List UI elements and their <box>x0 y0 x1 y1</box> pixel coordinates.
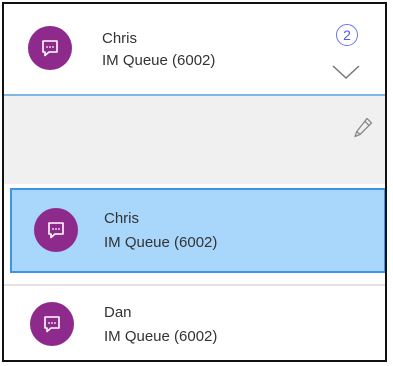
unread-count-badge: 2 <box>336 24 358 46</box>
chevron-down-icon[interactable] <box>330 62 362 82</box>
conversation-row-chris[interactable]: Chris IM Queue (6002) <box>10 188 385 273</box>
toolbar-area <box>4 96 385 184</box>
queue-name: IM Queue (6002) <box>102 52 216 69</box>
pencil-icon[interactable] <box>352 116 374 140</box>
chat-icon <box>48 222 64 239</box>
conversation-row-dan[interactable]: Dan IM Queue (6002) <box>4 286 385 360</box>
queue-name: IM Queue (6002) <box>104 234 218 251</box>
contact-name: Chris <box>102 30 138 47</box>
chat-icon <box>44 316 60 333</box>
conversation-panel: Chris IM Queue (6002) 2 Chris IM Queue (… <box>2 2 387 362</box>
active-conversation-header: Chris IM Queue (6002) 2 <box>4 4 385 96</box>
chat-avatar <box>34 208 78 252</box>
queue-name: IM Queue (6002) <box>104 328 218 345</box>
contact-name: Chris <box>104 210 140 227</box>
chat-icon <box>42 40 58 57</box>
contact-name: Dan <box>104 304 132 321</box>
chat-avatar <box>30 302 74 346</box>
chat-avatar <box>28 26 72 70</box>
